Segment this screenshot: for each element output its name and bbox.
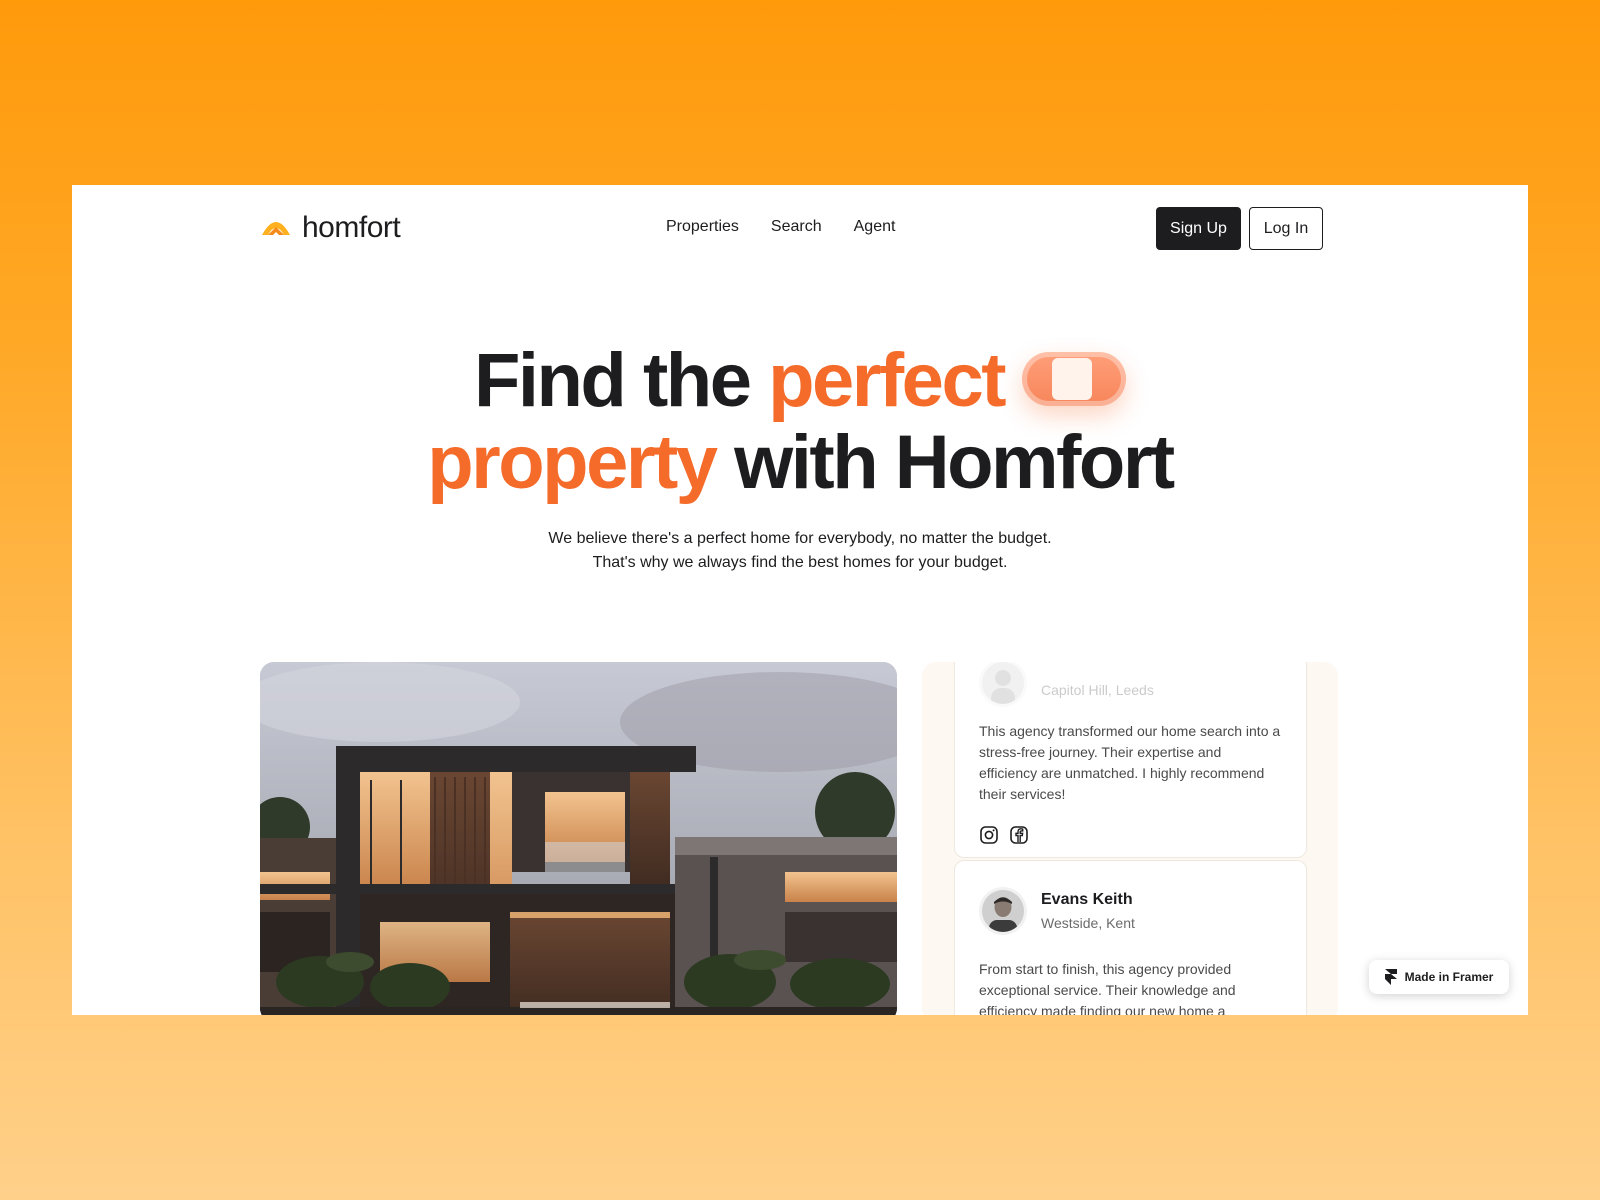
hero-title-accent-1: perfect: [768, 338, 1006, 423]
social-links: [979, 825, 1282, 845]
hero-subtitle-line-1: We believe there's a perfect home for ev…: [548, 530, 1052, 547]
hero-heading-line-1: Find the perfect: [72, 340, 1528, 422]
sign-up-button[interactable]: Sign Up: [1156, 207, 1241, 250]
avatar: [979, 887, 1027, 935]
hero-subtitle: We believe there's a perfect home for ev…: [72, 527, 1528, 575]
hero-title-text-2: with Homfort: [734, 420, 1175, 505]
house-roof-logo-icon: [262, 222, 290, 235]
testimonial-name: Evans Keith: [1041, 891, 1133, 908]
log-in-button[interactable]: Log In: [1249, 207, 1323, 250]
testimonial-author: Evans Keith Westside, Kent: [979, 887, 1282, 935]
brand-logo[interactable]: homfort: [260, 211, 401, 245]
testimonial-location: Capitol Hill, Leeds: [1041, 682, 1154, 698]
testimonial-card: Evans Keith Westside, Kent From start to…: [954, 860, 1307, 1015]
nav-link-search[interactable]: Search: [771, 218, 822, 236]
modern-house-illustration: [260, 662, 897, 1015]
testimonial-card: Capitol Hill, Leeds This agency transfor…: [954, 662, 1307, 858]
nav-link-properties[interactable]: Properties: [666, 218, 739, 236]
hero-subtitle-line-2: That's why we always find the best homes…: [592, 554, 1008, 571]
framer-badge-label: Made in Framer: [1404, 970, 1494, 984]
featured-house-image: [260, 662, 897, 1015]
avatar: [979, 662, 1027, 707]
testimonial-location: Westside, Kent: [1041, 915, 1135, 931]
nav-links: Properties Search Agent: [666, 218, 895, 236]
framer-logo-icon: [1384, 969, 1397, 985]
top-navigation: homfort Properties Search Agent Sign Up …: [72, 185, 1528, 275]
person-avatar-icon: [982, 890, 1024, 932]
page-frame: homfort Properties Search Agent Sign Up …: [72, 185, 1528, 1015]
hero-title-accent-2: property: [427, 420, 718, 505]
hero-heading-line-2: property with Homfort: [72, 422, 1528, 504]
hero-title-text-1: Find the: [473, 338, 752, 423]
nav-link-agent[interactable]: Agent: [854, 218, 896, 236]
brand-name: homfort: [302, 211, 401, 244]
testimonial-author: Capitol Hill, Leeds: [979, 662, 1282, 707]
testimonials-panel: Capitol Hill, Leeds This agency transfor…: [922, 662, 1338, 1015]
testimonial-quote: This agency transformed our home search …: [979, 723, 1281, 802]
instagram-icon[interactable]: [979, 825, 999, 845]
facebook-icon[interactable]: [1009, 825, 1029, 845]
made-in-framer-badge[interactable]: Made in Framer: [1369, 960, 1509, 994]
testimonial-quote: From start to finish, this agency provid…: [979, 961, 1236, 1015]
hero-heading: Find the perfect property with Homfort: [72, 340, 1528, 504]
toggle-switch-graphic: [1022, 351, 1127, 406]
person-avatar-icon: [982, 662, 1024, 704]
toggle-knob: [1052, 357, 1093, 400]
